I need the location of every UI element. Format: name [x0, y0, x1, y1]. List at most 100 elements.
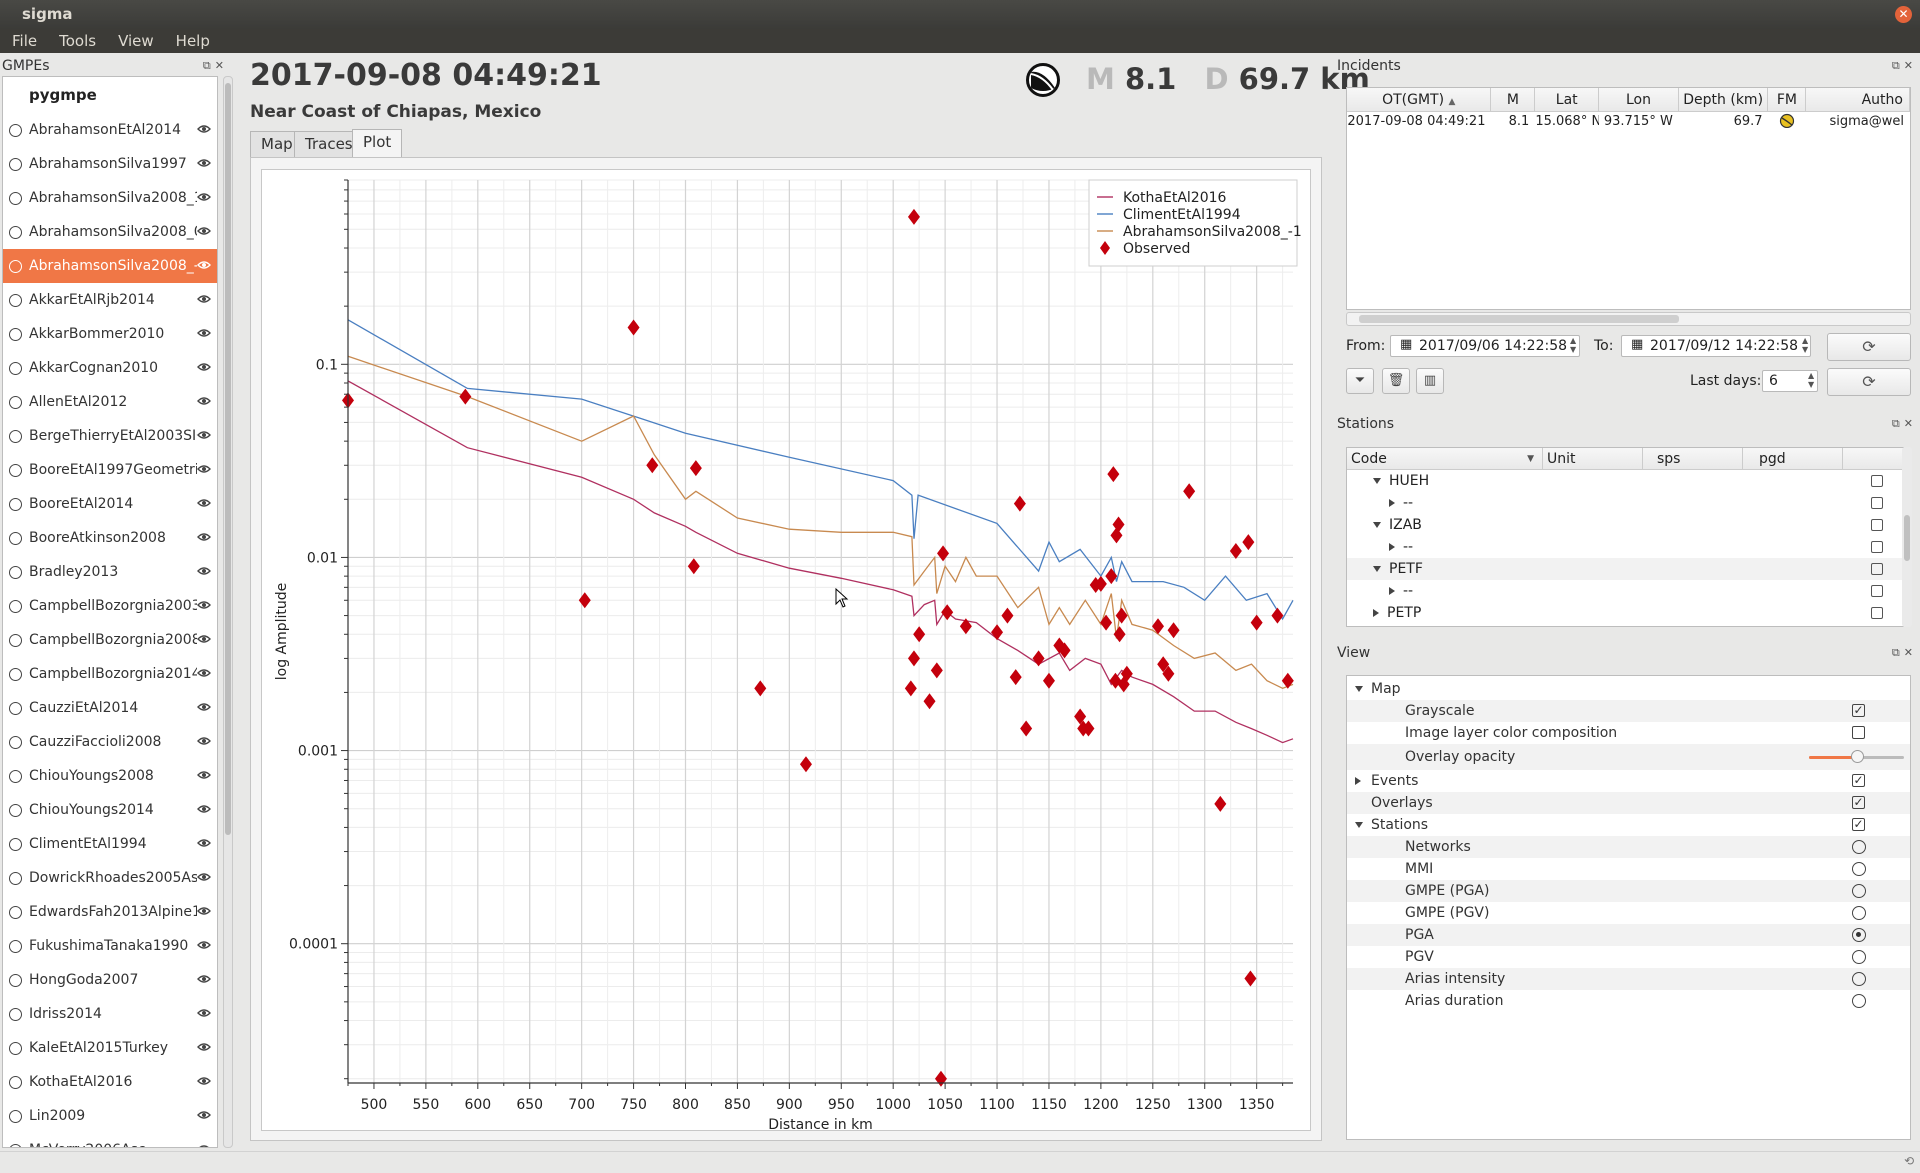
gmpe-item[interactable]: Lin2009 [3, 1099, 217, 1133]
gmpe-scroll-thumb[interactable] [225, 83, 231, 835]
tab-plot[interactable]: Plot [352, 129, 403, 157]
station-checkbox[interactable] [1871, 497, 1883, 509]
view-row[interactable]: PGV [1347, 946, 1910, 968]
col-fm[interactable]: FM [1768, 88, 1807, 111]
gmpe-item[interactable]: DowrickRhoades2005Asc [3, 861, 217, 895]
gmpe-radio[interactable] [9, 293, 22, 307]
view-checkbox[interactable] [1852, 726, 1865, 739]
view-row[interactable]: Overlay opacity [1347, 744, 1910, 770]
collapse-arrow-icon[interactable] [1355, 822, 1363, 828]
view-row[interactable]: Image layer color composition [1347, 722, 1910, 744]
station-row[interactable]: HUEH [1347, 470, 1903, 492]
gmpe-radio[interactable] [9, 565, 22, 579]
gmpe-item[interactable]: FukushimaTanaka1990 [3, 929, 217, 963]
gmpe-item[interactable]: CampbellBozorgnia2014 [3, 657, 217, 691]
visibility-eye-icon[interactable] [197, 804, 211, 814]
gmpe-radio[interactable] [9, 1075, 22, 1089]
view-row[interactable]: GMPE (PGV) [1347, 902, 1910, 924]
gmpe-item[interactable]: AkkarBommer2010 [3, 317, 217, 351]
gmpe-root-item[interactable]: pygmpe [3, 77, 217, 113]
view-row[interactable]: Overlays ✓ [1347, 792, 1910, 814]
view-radio[interactable] [1852, 928, 1866, 942]
filter-button[interactable]: ⏷ [1346, 368, 1374, 394]
overlay-opacity-slider[interactable] [1809, 750, 1904, 763]
gmpe-radio[interactable] [9, 939, 22, 953]
col-m[interactable]: M [1491, 88, 1536, 111]
visibility-eye-icon[interactable] [197, 328, 211, 338]
view-row[interactable]: Grayscale ✓ [1347, 700, 1910, 722]
view-radio[interactable] [1852, 884, 1866, 898]
station-checkbox[interactable] [1871, 519, 1883, 531]
map-button[interactable]: ▥ [1416, 368, 1444, 394]
gmpe-radio[interactable] [9, 1041, 22, 1055]
close-window-button[interactable]: ✕ [1895, 6, 1912, 23]
expand-arrow-icon[interactable] [1389, 587, 1395, 595]
gmpe-item[interactable]: AllenEtAl2012 [3, 385, 217, 419]
view-checkbox[interactable]: ✓ [1852, 704, 1865, 717]
gmpe-item[interactable]: AbrahamsonSilva2008_0 [3, 215, 217, 249]
menu-file[interactable]: File [12, 29, 37, 53]
view-row[interactable]: GMPE (PGA) [1347, 880, 1910, 902]
station-row[interactable]: -- [1347, 536, 1903, 558]
stations-scroll-thumb[interactable] [1904, 515, 1910, 561]
station-row[interactable]: PETF [1347, 558, 1903, 580]
gmpe-radio[interactable] [9, 599, 22, 613]
menu-view[interactable]: View [118, 29, 154, 53]
gmpe-radio[interactable] [9, 361, 22, 375]
gmpe-radio[interactable] [9, 633, 22, 647]
gmpe-radio[interactable] [9, 667, 22, 681]
visibility-eye-icon[interactable] [197, 260, 211, 270]
gmpe-item[interactable]: KothaEtAl2016 [3, 1065, 217, 1099]
dock-float-close-icons[interactable]: ⧉✕ [1892, 413, 1917, 435]
gmpe-radio[interactable] [9, 837, 22, 851]
gmpe-item[interactable]: CampbellBozorgnia2003 [3, 589, 217, 623]
gmpe-item[interactable]: AbrahamsonEtAl2014 [3, 113, 217, 147]
visibility-eye-icon[interactable] [197, 192, 211, 202]
visibility-eye-icon[interactable] [197, 1042, 211, 1052]
gmpe-radio[interactable] [9, 225, 22, 239]
collapse-arrow-icon[interactable] [1373, 566, 1381, 572]
expand-arrow-icon[interactable] [1389, 499, 1395, 507]
dock-float-close-icons[interactable]: ⧉✕ [1892, 642, 1917, 664]
gmpe-item[interactable]: BooreAtkinson2008 [3, 521, 217, 555]
visibility-eye-icon[interactable] [197, 396, 211, 406]
gmpe-radio[interactable] [9, 735, 22, 749]
visibility-eye-icon[interactable] [197, 124, 211, 134]
resize-grip-icon[interactable]: ⟲ [1904, 1154, 1914, 1168]
last-days-spin-icon[interactable]: ▲ ▼ [1808, 371, 1814, 389]
station-row[interactable]: -- [1347, 492, 1903, 514]
view-row[interactable]: Arias intensity [1347, 968, 1910, 990]
station-checkbox[interactable] [1871, 541, 1883, 553]
gmpe-item[interactable]: AbrahamsonSilva2008_1 [3, 181, 217, 215]
gmpe-item[interactable]: ClimentEtAl1994 [3, 827, 217, 861]
visibility-eye-icon[interactable] [197, 430, 211, 440]
gmpe-item[interactable]: HongGoda2007 [3, 963, 217, 997]
gmpe-item[interactable]: Bradley2013 [3, 555, 217, 589]
from-spin-icon[interactable]: ▲ ▼ [1570, 336, 1576, 354]
visibility-eye-icon[interactable] [197, 498, 211, 508]
view-radio[interactable] [1852, 840, 1866, 854]
expand-arrow-icon[interactable] [1389, 543, 1395, 551]
gmpe-item[interactable]: CampbellBozorgnia2008 [3, 623, 217, 657]
col-unit[interactable]: Unit [1543, 448, 1643, 469]
station-row[interactable]: PETP [1347, 602, 1903, 624]
col-code[interactable]: Code ▼ [1347, 448, 1543, 469]
to-spin-icon[interactable]: ▲ ▼ [1802, 336, 1808, 354]
gmpe-item[interactable]: ChiouYoungs2014 [3, 793, 217, 827]
stations-scrollbar[interactable] [1902, 447, 1912, 627]
visibility-eye-icon[interactable] [197, 872, 211, 882]
dock-float-close-icons[interactable]: ⧉✕ [1892, 55, 1917, 77]
visibility-eye-icon[interactable] [197, 158, 211, 168]
col-sps[interactable]: sps [1643, 448, 1743, 469]
col-lon[interactable]: Lon [1599, 88, 1679, 111]
view-checkbox[interactable]: ✓ [1852, 774, 1865, 787]
col-pgd[interactable]: pgd [1743, 448, 1843, 469]
gmpe-radio[interactable] [9, 531, 22, 545]
gmpe-radio[interactable] [9, 191, 22, 205]
expand-arrow-icon[interactable] [1355, 777, 1363, 785]
gmpe-item[interactable]: AbrahamsonSilva1997 [3, 147, 217, 181]
visibility-eye-icon[interactable] [197, 1144, 211, 1148]
view-row[interactable]: PGA [1347, 924, 1910, 946]
gmpe-item[interactable]: CauzziFaccioli2008 [3, 725, 217, 759]
incidents-hscroll-thumb[interactable] [1359, 315, 1679, 323]
